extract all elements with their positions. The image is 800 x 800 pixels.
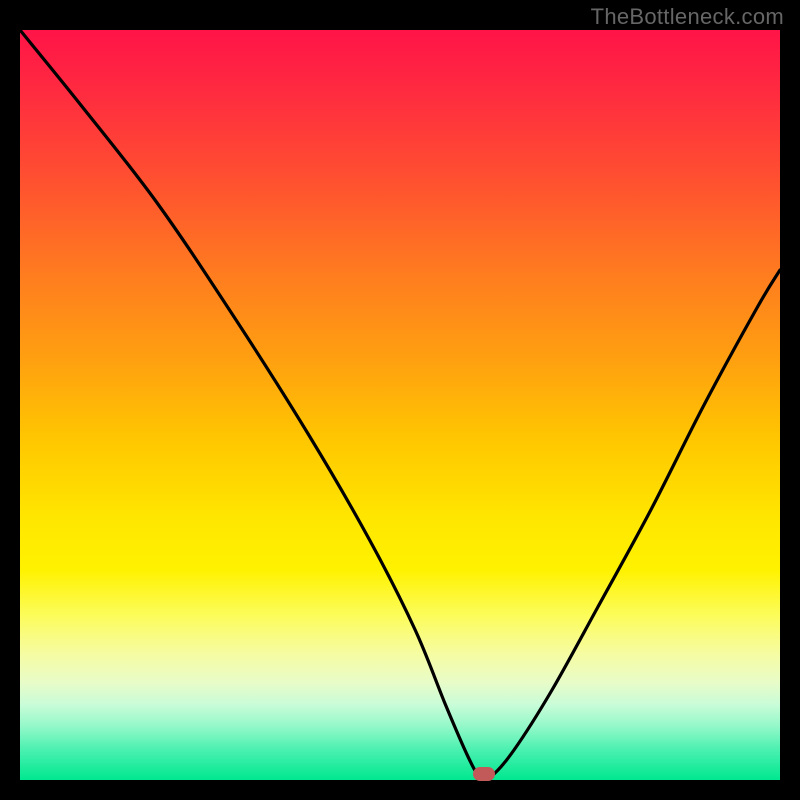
minimum-marker bbox=[473, 767, 495, 781]
plot-area bbox=[20, 30, 780, 780]
chart-frame: TheBottleneck.com bbox=[0, 0, 800, 800]
watermark-text: TheBottleneck.com bbox=[591, 4, 784, 30]
bottleneck-curve bbox=[20, 30, 780, 780]
